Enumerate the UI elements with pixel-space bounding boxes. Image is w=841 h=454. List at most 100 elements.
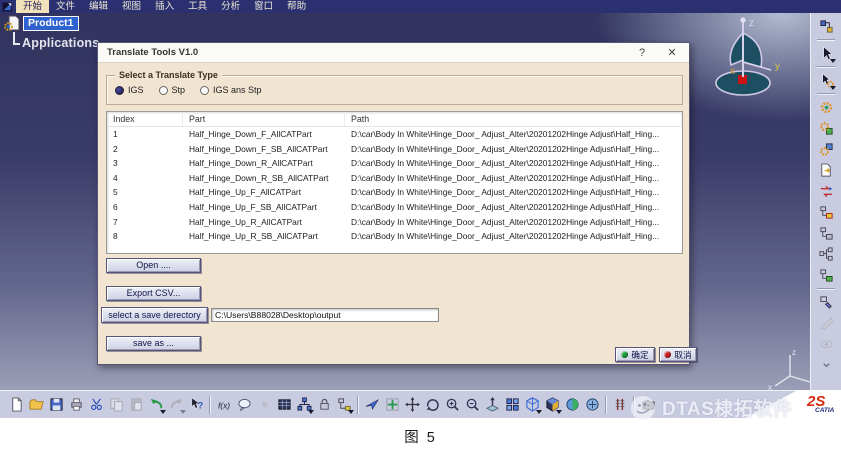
svg-text:f(x): f(x) [217, 400, 229, 410]
wechat-icon [630, 395, 656, 421]
radio-label: IGS [128, 85, 144, 95]
lock-icon[interactable] [314, 395, 334, 415]
table-row[interactable]: 3Half_Hinge_Down_R_AllCATPartD:\car\Body… [107, 156, 682, 171]
svg-text:?: ? [197, 400, 203, 410]
dropdown-arrow-icon[interactable] [348, 410, 354, 414]
col-header-index: Index [107, 112, 183, 126]
menu-item-4[interactable]: 插入 [148, 0, 181, 13]
hierarchy-icon[interactable] [294, 395, 314, 415]
tree-node-blue-icon[interactable] [816, 292, 836, 313]
graduation-icon[interactable] [610, 395, 630, 415]
radio-stp[interactable]: Stp [159, 85, 186, 95]
formula-icon[interactable]: f(x) [214, 395, 234, 415]
radio-igs[interactable]: IGS [115, 85, 144, 95]
menu-item-8[interactable]: 帮助 [280, 0, 313, 13]
redo-icon [166, 395, 186, 415]
tree-root-label[interactable]: Product1 [23, 16, 79, 31]
right-toolbar [810, 13, 841, 390]
ok-button[interactable]: 确定 [615, 347, 655, 362]
tree-node-applications[interactable]: Applications [22, 36, 99, 50]
table-row[interactable]: 7Half_Hinge_Up_R_AllCATPartD:\car\Body I… [107, 215, 682, 230]
component-gear-box-icon[interactable] [816, 139, 836, 160]
menu-item-2[interactable]: 编辑 [82, 0, 115, 13]
open-button[interactable]: Open .... [106, 258, 201, 273]
spreadsheet-icon[interactable] [274, 395, 294, 415]
tree-node-product[interactable]: Product1 [4, 15, 79, 31]
help-select-icon[interactable]: ? [186, 395, 206, 415]
render-style-icon[interactable] [562, 395, 582, 415]
tree-node-yellow-icon[interactable] [816, 202, 836, 223]
iso-cube-icon[interactable] [522, 395, 542, 415]
render-style-2-icon[interactable] [582, 395, 602, 415]
export-csv-button[interactable]: Export CSV... [106, 286, 201, 301]
zoom-in-icon[interactable] [442, 395, 462, 415]
table-row[interactable]: 6Half_Hinge_Up_F_SB_AllCATPartD:\car\Bod… [107, 200, 682, 215]
menu-item-1[interactable]: 文件 [49, 0, 82, 13]
table-row[interactable]: 8Half_Hinge_Up_R_SB_AllCATPartD:\car\Bod… [107, 229, 682, 244]
new-part-document-icon[interactable] [816, 160, 836, 181]
cancel-button[interactable]: 取消 [659, 347, 697, 362]
dialog-title: Translate Tools V1.0 [107, 43, 198, 63]
shaded-cube-icon[interactable] [542, 395, 562, 415]
normal-view-icon[interactable] [482, 395, 502, 415]
table-body: 1Half_Hinge_Down_F_AllCATPartD:\car\Body… [107, 127, 682, 244]
save-as-button[interactable]: save as ... [106, 336, 201, 351]
dropdown-arrow-icon[interactable] [830, 59, 836, 63]
radio-igs-ans-stp[interactable]: IGS ans Stp [200, 85, 262, 95]
replace-component-icon[interactable] [816, 181, 836, 202]
copy-icon [106, 395, 126, 415]
cell-path: D:\car\Body In White\Hinge_Door_ Adjust_… [345, 215, 682, 230]
dropdown-arrow-icon[interactable] [830, 86, 836, 90]
menu-item-5[interactable]: 工具 [181, 0, 214, 13]
tree-node-gray-icon[interactable] [816, 223, 836, 244]
select-save-directory-button[interactable]: select a save derectory [101, 307, 208, 323]
watermark: DTAS棣拓软件 [630, 394, 792, 421]
menu-item-0[interactable]: 开始 [16, 0, 49, 13]
dialog-help-button[interactable]: ? [631, 43, 653, 63]
table-row[interactable]: 2Half_Hinge_Down_F_SB_AllCATPartD:\car\B… [107, 142, 682, 157]
cut-icon[interactable] [86, 395, 106, 415]
structure-filter-icon[interactable] [334, 395, 354, 415]
dialog-titlebar[interactable]: Translate Tools V1.0 ? ✕ [98, 43, 689, 63]
open-folder-icon[interactable] [26, 395, 46, 415]
component-gear-orange-icon[interactable] [816, 97, 836, 118]
fit-all-icon[interactable] [382, 395, 402, 415]
chat-bubble-icon[interactable] [234, 395, 254, 415]
rotate-icon[interactable] [422, 395, 442, 415]
tree-node-green-icon[interactable] [816, 265, 836, 286]
undo-icon[interactable] [146, 395, 166, 415]
menu-bar: 开始文件编辑视图插入工具分析窗口帮助 [0, 0, 841, 13]
toolbar-divider [605, 396, 607, 414]
component-gear-green-icon[interactable] [816, 118, 836, 139]
col-header-part: Part [183, 112, 345, 126]
radio-circle-icon [115, 86, 124, 95]
new-document-icon[interactable] [6, 395, 26, 415]
select-cursor-icon[interactable] [816, 43, 836, 64]
save-directory-field[interactable] [211, 308, 439, 322]
multi-view-icon[interactable] [502, 395, 522, 415]
table-row[interactable]: 5Half_Hinge_Up_F_AllCATPartD:\car\Body I… [107, 185, 682, 200]
chevron-more-icon[interactable] [816, 355, 836, 376]
smart-select-icon[interactable] [816, 70, 836, 91]
table-row[interactable]: 1Half_Hinge_Down_F_AllCATPartD:\car\Body… [107, 127, 682, 142]
table-row[interactable]: 4Half_Hinge_Down_R_SB_AllCATPartD:\car\B… [107, 171, 682, 186]
graph-view-icon[interactable] [816, 244, 836, 265]
cell-part: Half_Hinge_Up_R_AllCATPart [183, 215, 345, 230]
parts-table[interactable]: Index Part Path 1Half_Hinge_Down_F_AllCA… [106, 111, 683, 254]
figure-caption: 图 5 [404, 426, 437, 447]
menu-item-7[interactable]: 窗口 [247, 0, 280, 13]
menu-item-6[interactable]: 分析 [214, 0, 247, 13]
save-icon[interactable] [46, 395, 66, 415]
zoom-out-icon[interactable] [462, 395, 482, 415]
menu-item-3[interactable]: 视图 [115, 0, 148, 13]
cell-index: 4 [107, 171, 183, 186]
cell-index: 2 [107, 142, 183, 157]
print-icon[interactable] [66, 395, 86, 415]
dialog-close-button[interactable]: ✕ [661, 43, 683, 63]
measure-icon [816, 313, 836, 334]
product-structure-icon[interactable] [816, 16, 836, 37]
orientation-compass[interactable]: z y x [703, 13, 789, 101]
pan-icon[interactable] [402, 395, 422, 415]
fly-mode-icon[interactable] [362, 395, 382, 415]
cell-index: 6 [107, 200, 183, 215]
